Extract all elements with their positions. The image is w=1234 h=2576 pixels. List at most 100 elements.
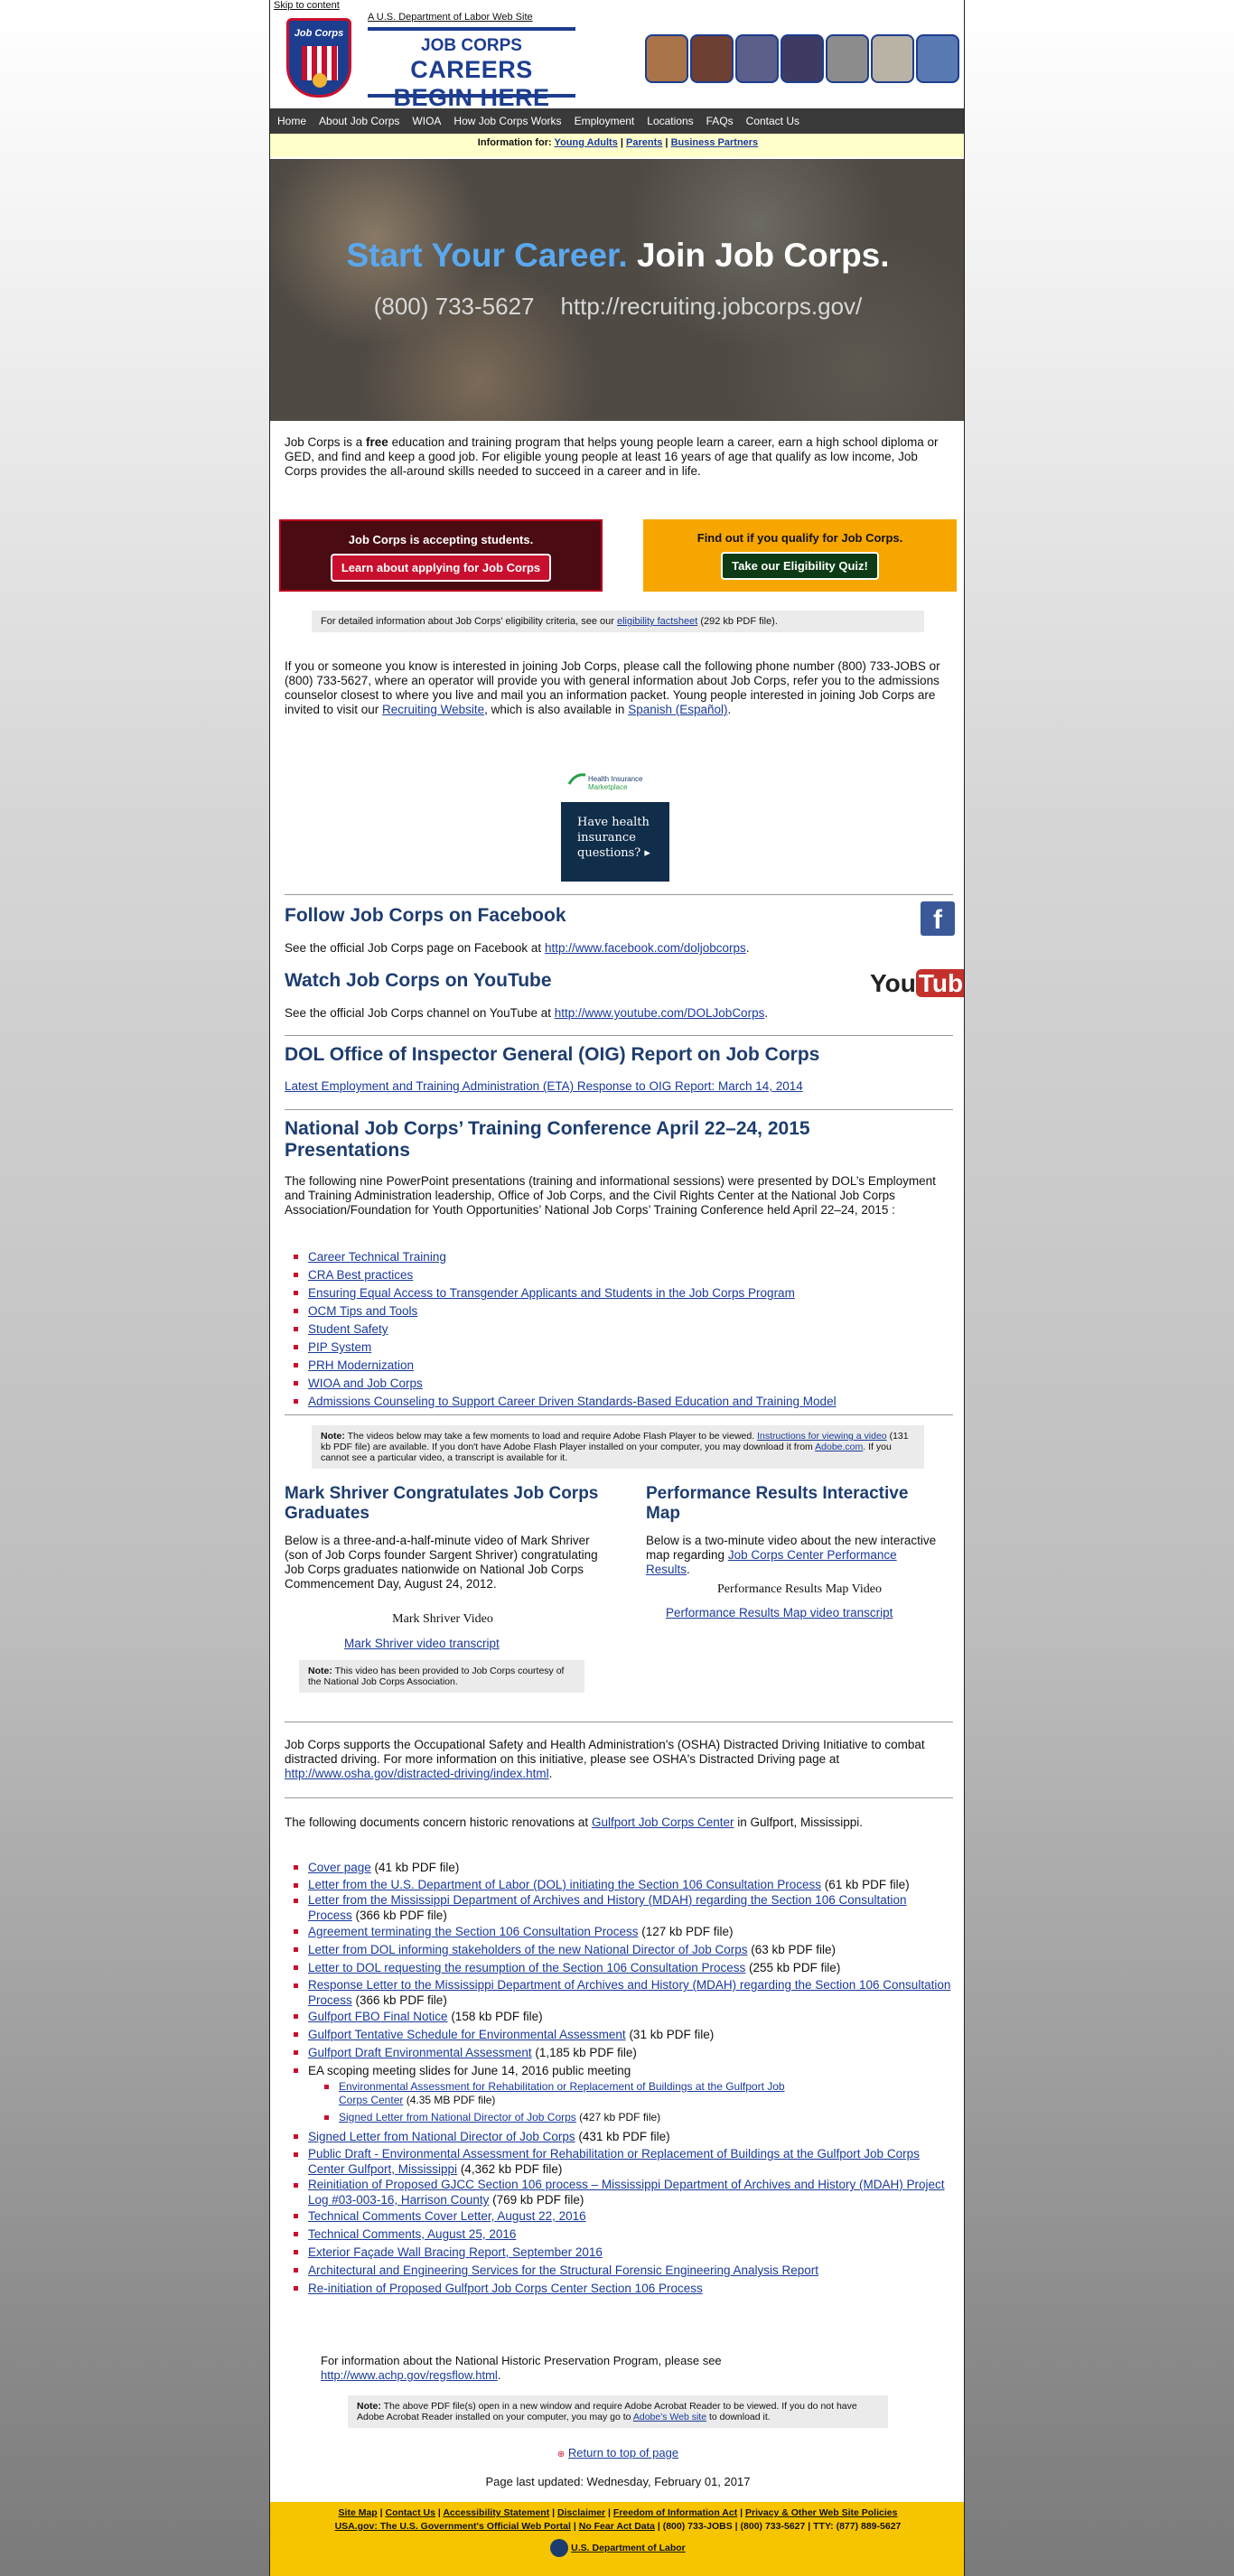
hero-url: http://recruiting.jobcorps.gov/ [560, 293, 863, 320]
osha-text-end: . [548, 1767, 553, 1780]
nav-locations[interactable]: Locations [640, 108, 699, 134]
facebook-link[interactable]: http://www.facebook.com/doljobcorps [545, 941, 746, 955]
shriver-video[interactable]: Mark Shriver Video [285, 1612, 601, 1627]
footer-site-map[interactable]: Site Map [339, 2507, 378, 2518]
performance-transcript-link[interactable]: Performance Results Map video transcript [666, 1606, 893, 1619]
header-photo [826, 34, 869, 83]
achp-link[interactable]: http://www.achp.gov/regsflow.html [321, 2368, 498, 2382]
document-link[interactable]: Agreement terminating the Section 106 Co… [308, 1925, 638, 1938]
presentation-link[interactable]: WIOA and Job Corps [308, 1377, 423, 1390]
youtube-logo-icon[interactable]: YouTube [870, 969, 964, 1005]
return-to-top-link[interactable]: Return to top of page [568, 2446, 678, 2459]
eligibility-factsheet-link[interactable]: eligibility factsheet [617, 616, 697, 627]
document-size: (4.35 MB PDF file) [403, 2094, 496, 2106]
footer-dol: U.S. Department of Labor [270, 2539, 964, 2557]
youtube-link[interactable]: http://www.youtube.com/DOLJobCorps [555, 1006, 765, 1020]
footer-contact-us[interactable]: Contact Us [386, 2507, 435, 2518]
performance-heading: Performance Results Interactive Map [646, 1484, 909, 1523]
footer-usagov[interactable]: USA.gov: The U.S. Government's Official … [335, 2521, 571, 2532]
document-size: (31 kb PDF file) [625, 2028, 715, 2041]
list-item: WIOA and Job Corps [285, 1375, 953, 1393]
list-item: Cover page (41 kb PDF file) [285, 1859, 953, 1877]
document-link[interactable]: Gulfport Draft Environmental Assessment [308, 2046, 532, 2059]
health-insurance-button[interactable]: Have health insurance questions? ▸ [561, 802, 669, 882]
nhpp-paragraph: For information about the National Histo… [321, 2354, 827, 2383]
footer-links-row2: USA.gov: The U.S. Government's Official … [334, 2521, 902, 2532]
nav-faqs[interactable]: FAQs [700, 108, 740, 134]
list-item: Exterior Façade Wall Bracing Report, Sep… [285, 2244, 953, 2262]
presentation-link[interactable]: Career Technical Training [308, 1250, 446, 1264]
document-link[interactable]: Signed Letter from National Director of … [339, 2111, 576, 2123]
document-link[interactable]: Exterior Façade Wall Bracing Report, Sep… [308, 2245, 603, 2259]
footer-foia[interactable]: Freedom of Information Act [613, 2507, 737, 2518]
video-instructions-link[interactable]: Instructions for viewing a video [757, 1431, 887, 1442]
conference-paragraph: The following nine PowerPoint presentati… [285, 1174, 936, 1217]
document-link[interactable]: Signed Letter from National Director of … [308, 2130, 575, 2143]
document-size: (4,362 kb PDF file) [457, 2162, 563, 2176]
shriver-transcript-link[interactable]: Mark Shriver video transcript [344, 1637, 500, 1650]
facebook-icon[interactable]: f [921, 901, 955, 936]
document-link[interactable]: Architectural and Engineering Services f… [308, 2263, 818, 2277]
return-top: ⊕ Return to top of page [270, 2446, 964, 2459]
health-marketplace-logo[interactable]: Health Insurance Marketplace [568, 770, 668, 797]
shriver-paragraph: Below is a three-and-a-half-minute video… [285, 1534, 598, 1591]
presentation-link[interactable]: Student Safety [308, 1322, 388, 1336]
footer-dol-link[interactable]: U.S. Department of Labor [571, 2543, 686, 2553]
list-item: Gulfport Draft Environmental Assessment … [285, 2044, 953, 2062]
document-link[interactable]: Re-initiation of Proposed Gulfport Job C… [308, 2282, 703, 2295]
document-link[interactable]: Technical Comments, August 25, 2016 [308, 2227, 516, 2241]
job-corps-logo[interactable]: Job Corps [286, 18, 351, 98]
header-photo [871, 34, 914, 83]
list-item: PRH Modernization [285, 1357, 953, 1375]
footer-disclaimer[interactable]: Disclaimer [557, 2507, 605, 2518]
apply-button[interactable]: Learn about applying for Job Corps [330, 554, 552, 582]
document-link[interactable]: Technical Comments Cover Letter, August … [308, 2209, 586, 2223]
dol-site-link[interactable]: A U.S. Department of Labor Web Site [368, 12, 533, 23]
presentation-link[interactable]: Admissions Counseling to Support Career … [308, 1395, 837, 1408]
recruiting-website-link[interactable]: Recruiting Website [382, 703, 484, 716]
list-item: Ensuring Equal Access to Transgender App… [285, 1284, 953, 1302]
nav-employment[interactable]: Employment [568, 108, 641, 134]
nav-how-it-works[interactable]: How Job Corps Works [447, 108, 567, 134]
adobe-link[interactable]: Adobe.com [815, 1442, 863, 1452]
nav-home[interactable]: Home [270, 108, 313, 134]
oig-report-link[interactable]: Latest Employment and Training Administr… [285, 1079, 803, 1093]
document-size: (158 kb PDF file) [447, 2010, 543, 2023]
adobe-website-link[interactable]: Adobe's Web site [633, 2412, 706, 2422]
document-link[interactable]: Public Draft - Environmental Assessment … [308, 2147, 920, 2176]
gulfport-center-link[interactable]: Gulfport Job Corps Center [592, 1815, 734, 1829]
intro-text: Job Corps is a [285, 435, 367, 449]
spanish-link[interactable]: Spanish (Español) [628, 703, 727, 716]
footer-privacy[interactable]: Privacy & Other Web Site Policies [745, 2507, 897, 2518]
list-item: Technical Comments, August 25, 2016 [285, 2226, 953, 2244]
pdf-note-label: Note: [357, 2401, 381, 2412]
youtube-heading: Watch Job Corps on YouTube [285, 970, 552, 991]
footer-no-fear[interactable]: No Fear Act Data [579, 2521, 655, 2532]
presentation-link[interactable]: PRH Modernization [308, 1358, 414, 1372]
info-business-link[interactable]: Business Partners [671, 137, 759, 148]
performance-video[interactable]: Performance Results Map Video [646, 1582, 953, 1597]
document-link[interactable]: Letter from DOL informing stakeholders o… [308, 1943, 747, 1956]
presentation-link[interactable]: CRA Best practices [308, 1268, 413, 1282]
presentation-link[interactable]: OCM Tips and Tools [308, 1304, 417, 1318]
info-parents-link[interactable]: Parents [626, 137, 662, 148]
footer-accessibility[interactable]: Accessibility Statement [443, 2507, 549, 2518]
up-arrow-icon: ⊕ [556, 2450, 566, 2459]
document-link[interactable]: Letter from the U.S. Department of Labor… [308, 1878, 821, 1891]
osha-link[interactable]: http://www.osha.gov/distracted-driving/i… [285, 1767, 549, 1780]
nav-wioa[interactable]: WIOA [406, 108, 447, 134]
hero-title-white: Join Job Corps. [636, 237, 890, 274]
document-link[interactable]: Reinitiation of Proposed GJCC Section 10… [308, 2178, 945, 2207]
document-link[interactable]: Gulfport Tentative Schedule for Environm… [308, 2028, 626, 2041]
nav-about[interactable]: About Job Corps [313, 108, 406, 134]
presentation-link[interactable]: PIP System [308, 1340, 371, 1354]
presentation-link[interactable]: Ensuring Equal Access to Transgender App… [308, 1286, 795, 1300]
document-link[interactable]: Gulfport FBO Final Notice [308, 2010, 448, 2023]
info-young-adults-link[interactable]: Young Adults [555, 137, 618, 148]
list-item: Public Draft - Environmental Assessment … [285, 2146, 953, 2177]
eligibility-quiz-button[interactable]: Take our Eligibility Quiz! [721, 552, 879, 580]
hero-banner[interactable]: Start Your Career. Join Job Corps. (800)… [270, 159, 964, 421]
document-link[interactable]: Letter to DOL requesting the resumption … [308, 1961, 745, 1974]
document-link[interactable]: Cover page [308, 1861, 371, 1874]
nav-contact[interactable]: Contact Us [740, 108, 806, 134]
